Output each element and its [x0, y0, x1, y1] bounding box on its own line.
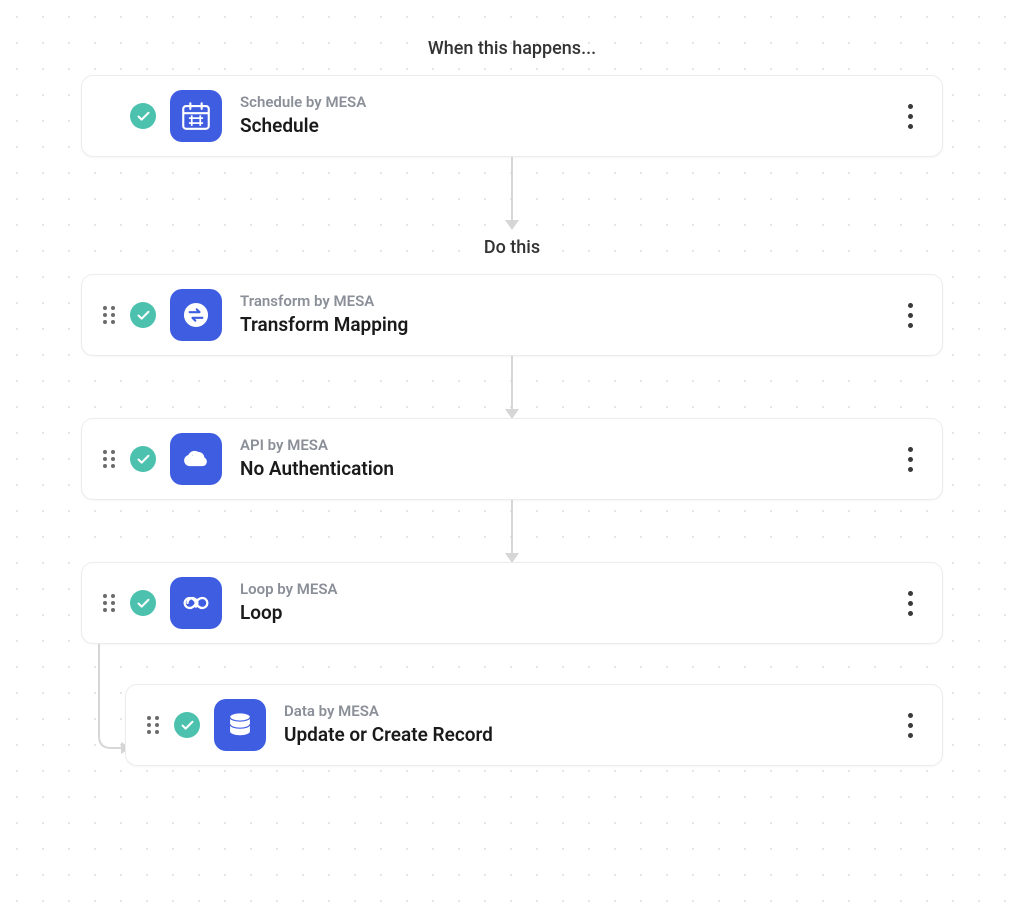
database-icon — [214, 699, 266, 751]
step-title: No Authentication — [240, 457, 896, 482]
step-card-data[interactable]: Data by MESA Update or Create Record — [125, 684, 943, 766]
drag-handle-icon[interactable] — [100, 594, 118, 612]
trigger-section-label: When this happens... — [428, 38, 596, 59]
step-text: Data by MESA Update or Create Record — [284, 702, 896, 748]
step-text: API by MESA No Authentication — [240, 436, 896, 482]
actions-section-label: Do this — [484, 237, 540, 258]
status-check-icon — [130, 103, 156, 129]
step-text: Loop by MESA Loop — [240, 580, 896, 626]
step-menu-button[interactable] — [896, 585, 924, 621]
step-menu-button[interactable] — [896, 707, 924, 743]
step-text: Transform by MESA Transform Mapping — [240, 292, 896, 338]
calendar-icon — [170, 90, 222, 142]
status-check-icon — [130, 590, 156, 616]
step-title: Update or Create Record — [284, 723, 896, 748]
step-subtitle: Transform by MESA — [240, 292, 896, 312]
step-title: Loop — [240, 601, 896, 626]
status-check-icon — [130, 446, 156, 472]
step-subtitle: Schedule by MESA — [240, 93, 896, 113]
step-subtitle: Loop by MESA — [240, 580, 896, 600]
nested-step-row: Data by MESA Update or Create Record — [81, 684, 943, 766]
step-card-transform[interactable]: Transform by MESA Transform Mapping — [81, 274, 943, 356]
status-check-icon — [174, 712, 200, 738]
drag-handle-icon[interactable] — [144, 716, 162, 734]
status-check-icon — [130, 302, 156, 328]
step-card-schedule[interactable]: Schedule by MESA Schedule — [81, 75, 943, 157]
step-menu-button[interactable] — [896, 441, 924, 477]
drag-handle-icon[interactable] — [100, 450, 118, 468]
connector-arrow — [81, 157, 943, 229]
workflow-canvas: When this happens... Schedule by MESA Sc… — [0, 0, 1024, 766]
drag-handle-icon[interactable] — [100, 306, 118, 324]
cloud-api-icon — [170, 433, 222, 485]
step-card-api[interactable]: API by MESA No Authentication — [81, 418, 943, 500]
loop-infinity-icon — [170, 577, 222, 629]
step-subtitle: API by MESA — [240, 436, 896, 456]
step-menu-button[interactable] — [896, 297, 924, 333]
step-text: Schedule by MESA Schedule — [240, 93, 896, 139]
step-card-loop[interactable]: Loop by MESA Loop — [81, 562, 943, 644]
step-menu-button[interactable] — [896, 98, 924, 134]
step-subtitle: Data by MESA — [284, 702, 896, 722]
connector-arrow — [81, 356, 943, 418]
connector-arrow — [81, 500, 943, 562]
step-title: Schedule — [240, 114, 896, 139]
transform-icon — [170, 289, 222, 341]
step-title: Transform Mapping — [240, 313, 896, 338]
